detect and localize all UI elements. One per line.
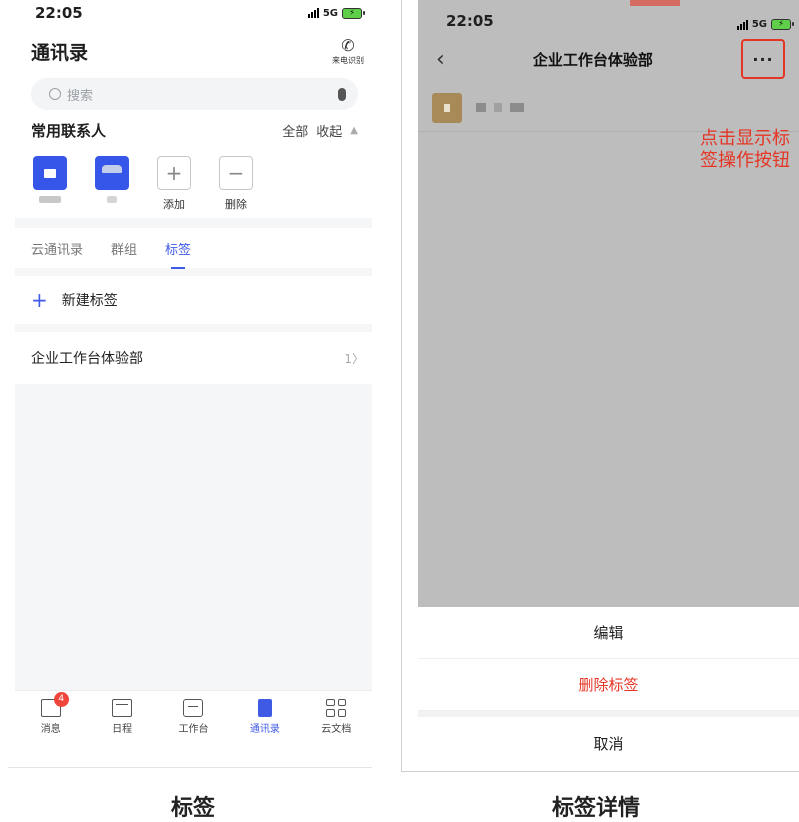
action-sheet: 编辑 删除标签 取消 bbox=[418, 607, 799, 771]
avatar bbox=[432, 92, 462, 123]
tabbar-label: 消息 bbox=[40, 723, 61, 735]
delete-tag-button[interactable]: 删除标签 bbox=[418, 659, 799, 711]
contacts-tabs: 云通讯录 群组 标签 bbox=[15, 228, 372, 269]
divider bbox=[15, 218, 372, 228]
new-tag-button[interactable]: + 新建标签 bbox=[15, 276, 372, 324]
search-icon bbox=[49, 88, 61, 100]
status-icons: 5G ⚡ bbox=[307, 7, 365, 19]
tab-cloud-contacts[interactable]: 云通讯录 bbox=[31, 239, 83, 258]
tabbar-item-workbench[interactable]: 工作台 bbox=[168, 698, 218, 735]
status-icons: 5G ⚡ bbox=[736, 19, 794, 30]
favorite-contact[interactable] bbox=[33, 156, 67, 218]
collapse-arrow-icon[interactable]: ▲ bbox=[350, 125, 358, 136]
signal-icon bbox=[307, 8, 319, 18]
avatar bbox=[95, 156, 129, 190]
tag-detail-screen: 22:05 5G ⚡ ‹ 企业工作台体验部 ··· 点击显示标签操作按钮 编辑 … bbox=[418, 0, 799, 771]
detail-header: ‹ 企业工作台体验部 ··· bbox=[418, 34, 799, 84]
tabbar-item-messages[interactable]: 4 消息 bbox=[26, 691, 76, 735]
minus-icon: − bbox=[219, 156, 253, 190]
bottom-tab-bar: 4 消息 日程 工作台 通讯录 云文档 bbox=[15, 690, 372, 742]
tabbar-label: 工作台 bbox=[178, 723, 209, 735]
cancel-button[interactable]: 取消 bbox=[418, 717, 799, 769]
tabbar-label: 云文档 bbox=[321, 723, 352, 735]
empty-area bbox=[15, 384, 372, 690]
divider bbox=[15, 268, 372, 276]
edit-button[interactable]: 编辑 bbox=[418, 607, 799, 659]
battery-icon: ⚡ bbox=[342, 7, 365, 19]
contact-name-redacted bbox=[39, 196, 61, 203]
contact-name-redacted bbox=[107, 196, 117, 203]
contacts-screen: 22:05 5G ⚡ 通讯录 ✆ 来电识别 搜索 常用联系人 全部 收起 ▲ +… bbox=[15, 0, 372, 767]
status-bar: 22:05 5G ⚡ bbox=[418, 0, 799, 34]
network-label: 5G bbox=[322, 7, 338, 19]
tab-groups[interactable]: 群组 bbox=[111, 239, 137, 258]
delete-label: 删除 bbox=[225, 198, 247, 211]
phone-icon: ✆ bbox=[341, 35, 355, 55]
back-arrow-icon[interactable]: ‹ bbox=[436, 47, 445, 72]
tabbar-label: 日程 bbox=[112, 723, 133, 735]
page-header: 通讯录 ✆ 来电识别 bbox=[15, 26, 372, 76]
page-title: 企业工作台体验部 bbox=[532, 50, 653, 69]
caller-id-button[interactable]: ✆ 来电识别 bbox=[332, 35, 364, 66]
tab-tags[interactable]: 标签 bbox=[165, 239, 191, 269]
dimmed-overlay[interactable]: 22:05 5G ⚡ ‹ 企业工作台体验部 ··· 点击显示标签操作按钮 bbox=[418, 0, 799, 607]
microphone-icon[interactable] bbox=[338, 87, 346, 101]
divider bbox=[401, 771, 799, 772]
new-tag-label: 新建标签 bbox=[61, 293, 118, 309]
member-name-redacted bbox=[476, 103, 524, 112]
divider bbox=[15, 324, 372, 332]
favorites-collapse-link[interactable]: 收起 bbox=[316, 121, 342, 140]
divider bbox=[8, 767, 372, 768]
grid-icon bbox=[326, 698, 347, 717]
search-input[interactable]: 搜索 bbox=[31, 78, 358, 110]
add-favorite-button[interactable]: + 添加 bbox=[157, 156, 191, 218]
plus-icon: + bbox=[157, 156, 191, 190]
caption-left: 标签 bbox=[171, 796, 216, 821]
favorites-actions: 全部 收起 ▲ bbox=[282, 121, 358, 140]
delete-favorite-button[interactable]: − 删除 bbox=[219, 156, 253, 218]
contacts-icon bbox=[257, 698, 272, 717]
status-bar: 22:05 5G ⚡ bbox=[15, 0, 372, 26]
status-time: 22:05 bbox=[446, 12, 494, 30]
caption-right: 标签详情 bbox=[552, 796, 641, 821]
favorites-title: 常用联系人 bbox=[31, 121, 107, 140]
tabbar-label: 通讯录 bbox=[249, 723, 280, 735]
search-placeholder: 搜索 bbox=[67, 88, 94, 104]
unread-badge: 4 bbox=[53, 691, 69, 707]
tag-name: 企业工作台体验部 bbox=[31, 351, 143, 367]
page-title: 通讯录 bbox=[31, 41, 89, 64]
favorites-header: 常用联系人 全部 收起 ▲ bbox=[15, 116, 372, 144]
member-row[interactable] bbox=[418, 84, 799, 132]
tabbar-item-contacts[interactable]: 通讯录 bbox=[240, 698, 290, 735]
calendar-icon bbox=[112, 698, 133, 717]
signal-icon bbox=[736, 19, 748, 30]
tabbar-item-docs[interactable]: 云文档 bbox=[311, 698, 361, 735]
tag-row[interactable]: 企业工作台体验部 1〉 bbox=[15, 332, 372, 384]
tabbar-item-calendar[interactable]: 日程 bbox=[97, 698, 147, 735]
briefcase-icon bbox=[183, 698, 204, 717]
plus-icon: + bbox=[31, 288, 48, 312]
tag-count: 1〉 bbox=[344, 351, 364, 366]
network-label: 5G bbox=[751, 19, 767, 30]
status-time: 22:05 bbox=[35, 4, 83, 22]
avatar bbox=[33, 156, 67, 190]
favorite-contact[interactable] bbox=[95, 156, 129, 218]
divider bbox=[401, 0, 402, 772]
favorites-list: + 添加 − 删除 bbox=[15, 144, 372, 218]
add-label: 添加 bbox=[163, 198, 185, 211]
favorites-all-link[interactable]: 全部 bbox=[282, 121, 308, 140]
caller-id-label: 来电识别 bbox=[332, 55, 364, 65]
battery-icon: ⚡ bbox=[771, 19, 794, 30]
annotation-text: 点击显示标签操作按钮 bbox=[700, 128, 790, 171]
more-button[interactable]: ··· bbox=[740, 39, 785, 79]
